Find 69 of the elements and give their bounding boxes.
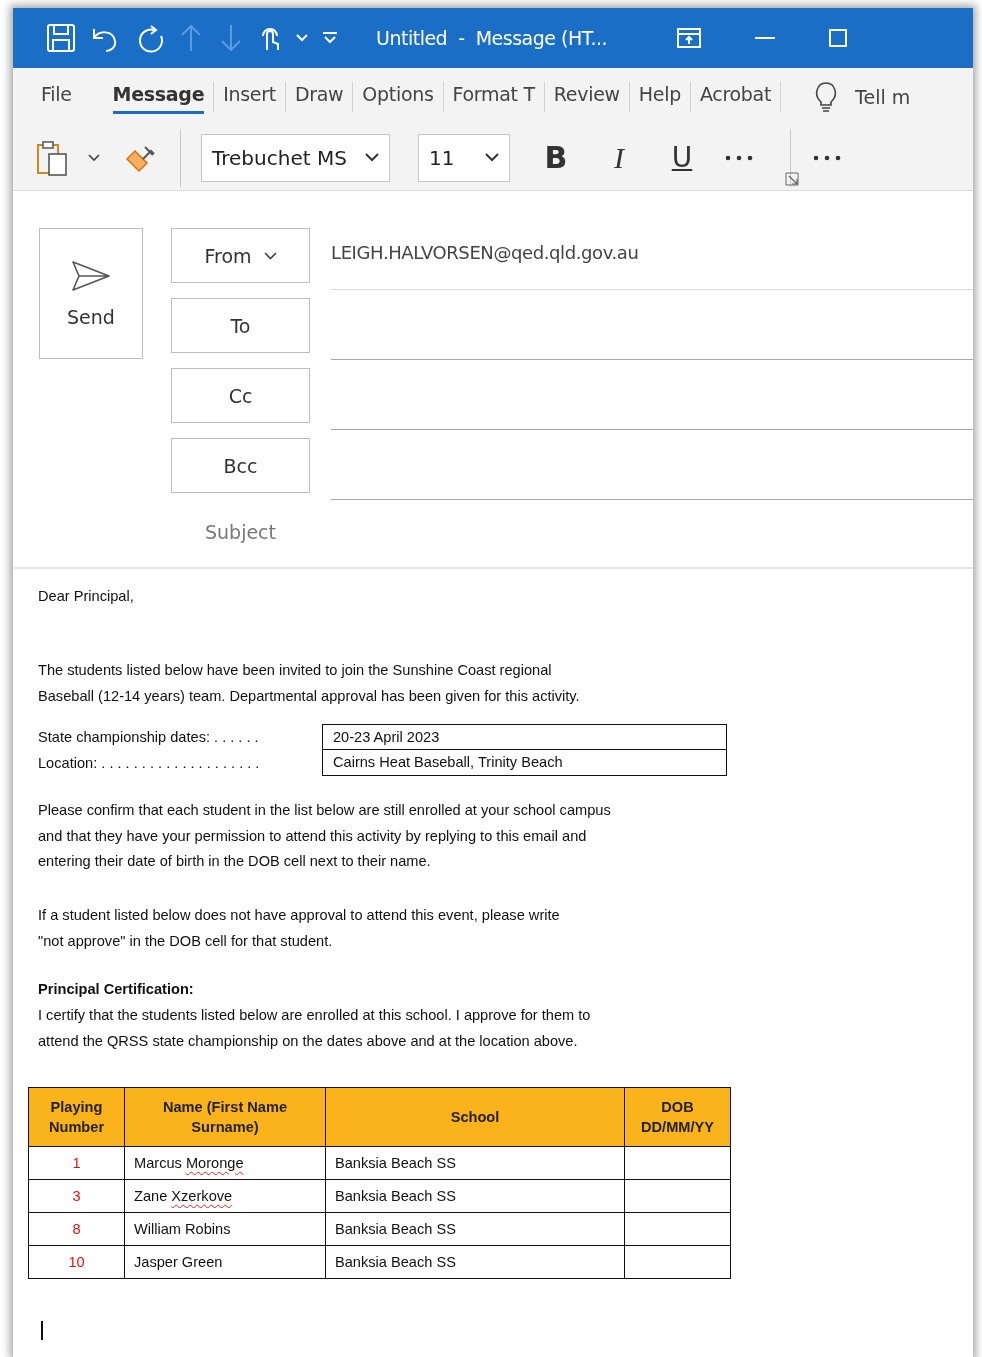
recipient-button[interactable]: Cc (171, 368, 310, 423)
section-heading: Principal Certification: (38, 979, 195, 999)
font-size-dropdown[interactable]: 11 (418, 133, 510, 182)
maximize-icon[interactable] (829, 29, 848, 47)
dialog-launcher-icon[interactable] (785, 172, 799, 186)
ribbon-tab[interactable]: Insert (223, 79, 276, 114)
table-cell: 8 (28, 1212, 125, 1245)
detail-value-cell: 20-23 April 2023 (322, 724, 727, 750)
paragraph: The students listed below have been invited to join the Sunshine Coast regional Baseball (12-14 years) team. Departmental approval has been given for this activity. (38, 661, 581, 706)
ribbon-tab[interactable]: Acrobat (699, 79, 772, 114)
table-cell: Banksia Beach SS (325, 1245, 625, 1278)
table-cell: Banksia Beach SS (325, 1212, 625, 1245)
paste-icon[interactable] (36, 139, 68, 176)
more-icon[interactable] (813, 154, 841, 161)
text-cursor (41, 1320, 43, 1340)
table-cell[interactable] (624, 1146, 731, 1179)
send-button[interactable]: Send (39, 228, 143, 359)
bold-button[interactable]: B (536, 140, 576, 175)
detail-value-cell: Cairns Heat Baseball, Trinity Beach (322, 750, 727, 776)
lightbulb-icon (815, 81, 838, 112)
table-cell: 10 (28, 1245, 125, 1278)
tell-me-text[interactable]: Tell m (855, 85, 911, 108)
table-cell: Banksia Beach SS (325, 1179, 625, 1212)
caret-icon[interactable] (88, 153, 100, 162)
ribbon-tab[interactable]: Draw (294, 79, 344, 114)
more-icon[interactable] (725, 154, 753, 161)
column-header: Playing Number (28, 1087, 125, 1146)
minimize-icon[interactable] (755, 36, 776, 40)
table-cell[interactable] (624, 1245, 731, 1278)
ribbon-display-icon[interactable] (677, 28, 702, 48)
customize-icon[interactable] (322, 32, 338, 44)
ribbon-tab[interactable]: Format T (452, 79, 535, 114)
sender-address: LEIGH.HALVORSEN@qed.qld.gov.au (331, 242, 639, 263)
chevron-down-icon (263, 251, 277, 260)
table-cell: Jasper Green (124, 1245, 326, 1278)
paragraph: Please confirm that each student in the list below are still enrolled at your school campus and that they have your permission to attend this activity by replying to this email and entering their date of birth in the DOB cell next to their name. (38, 801, 612, 871)
font-dropdown[interactable]: Trebuchet MS (201, 133, 390, 182)
ribbon-tab[interactable]: File (41, 79, 72, 114)
ribbon-tab[interactable]: Help (638, 79, 681, 114)
send-icon (71, 259, 111, 292)
ribbon-tab[interactable]: Review (553, 79, 620, 114)
ribbon-tab[interactable]: Message (112, 79, 205, 114)
chevron-down-icon (365, 153, 379, 162)
table-cell[interactable] (624, 1179, 731, 1212)
underline-button[interactable]: U (662, 141, 702, 174)
paragraph: If a student listed below does not have approval to attend this event, please write "not approve" in the DOB cell for that student. (38, 905, 561, 951)
column-header: DOB DD/MM/YY (624, 1087, 731, 1146)
column-header: Name (First Name Surname) (124, 1087, 326, 1146)
paragraph: I certify that the students listed below are enrolled at this school. I approve for them to attend the QRSS state championship on the dates above and at the location above. (38, 1005, 592, 1051)
window-title: Untitled - Message (HT... (376, 27, 608, 49)
table-cell: William Robins (124, 1212, 326, 1245)
table-cell: 3 (28, 1179, 125, 1212)
detail-label: Location: . . . . . . . . . . . . . . . . . . . . (38, 754, 261, 773)
greeting-text: Dear Principal, (38, 587, 135, 606)
recipient-button[interactable]: Bcc (171, 438, 310, 493)
table-cell: Zane Xzerkove (124, 1179, 326, 1212)
table-cell: Banksia Beach SS (325, 1146, 625, 1179)
table-cell[interactable] (624, 1212, 731, 1245)
column-header: School (325, 1087, 625, 1146)
table-cell: Marcus Moronge (124, 1146, 326, 1179)
chevron-down-icon (485, 153, 499, 162)
recipient-button[interactable]: To (171, 298, 310, 353)
ribbon-tab[interactable]: Options (362, 79, 434, 114)
italic-button[interactable]: I (599, 140, 639, 175)
detail-label: State championship dates: . . . . . . (38, 728, 260, 747)
table-cell: 1 (28, 1146, 125, 1179)
subject-label: Subject (204, 521, 277, 543)
from-button[interactable]: From (171, 228, 310, 283)
save-icon[interactable] (46, 23, 76, 53)
